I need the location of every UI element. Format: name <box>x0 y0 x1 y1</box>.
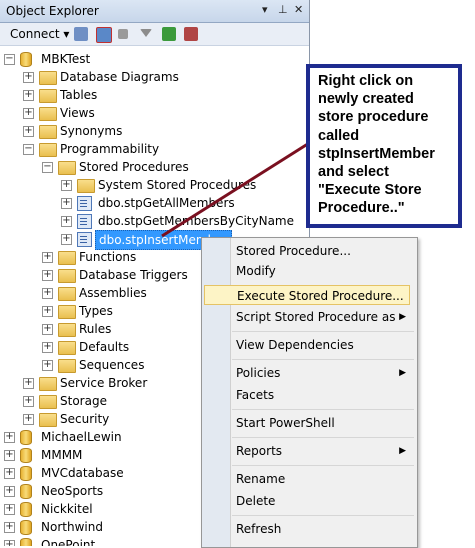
menu-item-rename[interactable]: Rename <box>236 469 412 489</box>
menu-separator <box>232 465 414 466</box>
menu-item-label: Start PowerShell <box>236 416 335 430</box>
callout-line: and select <box>318 164 389 181</box>
menu-separator <box>232 437 414 438</box>
instruction-callout: Right click on newly created store procedu… <box>306 64 462 228</box>
menu-item-label: Reports <box>236 444 283 458</box>
menu-item-stored-procedure[interactable]: Stored Procedure... <box>236 241 412 261</box>
menu-item-label: Delete <box>236 494 276 508</box>
callout-line: "Execute Store <box>318 182 422 199</box>
menu-item-execute-stored-procedure[interactable]: Execute Stored Procedure... <box>204 285 410 305</box>
menu-item-label: Refresh <box>236 522 282 536</box>
menu-item-facets[interactable]: Facets <box>236 385 412 405</box>
callout-line: Procedure.." <box>318 200 405 217</box>
callout-line: Right click on <box>318 73 414 89</box>
menu-item-modify[interactable]: Modify <box>236 261 412 281</box>
menu-item-label: Script Stored Procedure as <box>236 310 396 324</box>
menu-item-label: Execute Stored Procedure... <box>237 289 404 303</box>
menu-item-label: Facets <box>236 388 275 402</box>
menu-item-start-powershell[interactable]: Start PowerShell <box>236 413 412 433</box>
menu-item-label: Policies <box>236 366 281 380</box>
menu-separator <box>232 331 414 332</box>
submenu-arrow-icon: ▶ <box>399 446 406 456</box>
menu-item-label: Modify <box>236 264 276 278</box>
context-menu: Stored Procedure... Modify Execute Stored … <box>201 237 418 548</box>
callout-line: called <box>318 127 360 144</box>
menu-item-view-dependencies[interactable]: View Dependencies <box>236 335 412 355</box>
menu-item-label: Rename <box>236 472 286 486</box>
menu-separator <box>232 515 414 516</box>
menu-item-policies[interactable]: Policies ▶ <box>236 363 412 383</box>
callout-text: Right click on newly created store procedu… <box>318 72 458 218</box>
callout-line: newly created <box>318 91 414 108</box>
submenu-arrow-icon: ▶ <box>399 368 406 378</box>
menu-item-script-stored-procedure-as[interactable]: Script Stored Procedure as ▶ <box>236 307 412 327</box>
menu-separator <box>232 409 414 410</box>
menu-item-label: Stored Procedure... <box>236 244 351 258</box>
menu-separator <box>232 359 414 360</box>
callout-arrow-line <box>161 138 315 238</box>
submenu-arrow-icon: ▶ <box>399 312 406 322</box>
callout-line: store procedure <box>318 109 429 126</box>
menu-item-label: View Dependencies <box>236 338 354 352</box>
menu-item-delete[interactable]: Delete <box>236 491 412 511</box>
menu-item-reports[interactable]: Reports ▶ <box>236 441 412 461</box>
callout-line: stpInsertMember <box>318 145 435 162</box>
menu-item-refresh[interactable]: Refresh <box>236 519 412 539</box>
